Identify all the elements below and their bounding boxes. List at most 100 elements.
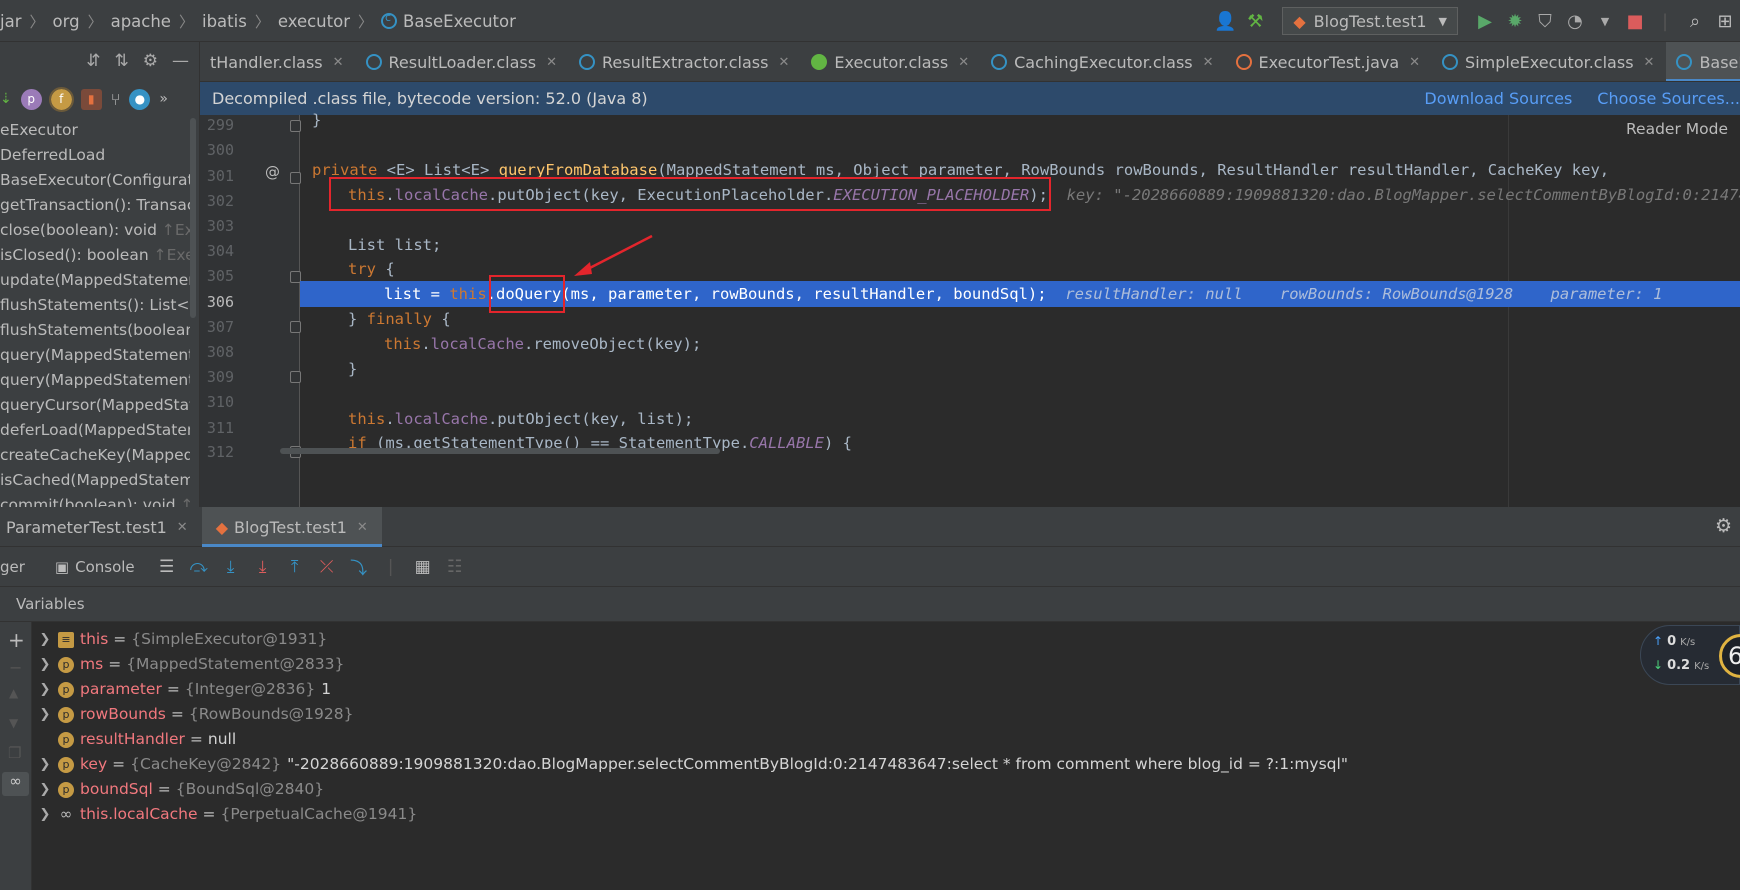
structure-item[interactable]: query(MappedStatement, O [0, 368, 190, 393]
structure-item[interactable]: flushStatements(boolean): L [0, 318, 190, 343]
variable-row[interactable]: p resultHandler = null [32, 727, 236, 752]
collapse-all-icon[interactable]: ⇅ [115, 51, 129, 71]
variable-row[interactable]: ❯ p rowBounds = {RowBounds@1928} [32, 702, 354, 727]
structure-item[interactable]: createCacheKey(MappedSt [0, 443, 190, 468]
structure-item[interactable]: flushStatements(): List<Batc [0, 293, 190, 318]
close-icon[interactable]: ✕ [1644, 55, 1655, 70]
expand-arrow-icon[interactable]: ❯ [32, 777, 58, 802]
structure-item[interactable]: getTransaction(): Transactio [0, 193, 190, 218]
close-icon[interactable]: ✕ [778, 55, 789, 70]
step-over-icon[interactable]: ⤼ [183, 557, 215, 577]
search-icon[interactable]: ⌕ [1680, 11, 1710, 32]
run-icon[interactable]: ▶ [1470, 11, 1500, 32]
coverage-shield-icon[interactable]: ⛉ [1530, 11, 1560, 32]
variable-row[interactable]: ❯ ≡ this = {SimpleExecutor@1931} [32, 627, 328, 652]
minimize-icon[interactable]: — [172, 51, 189, 71]
close-icon[interactable]: ✕ [546, 55, 557, 70]
trace-stream-icon[interactable]: ☷ [439, 557, 471, 577]
force-step-into-icon[interactable]: ⤓ [247, 557, 279, 577]
reader-mode-label[interactable]: Reader Mode [1626, 120, 1728, 138]
user-icon[interactable]: 👤 [1210, 11, 1240, 32]
gear-icon[interactable]: ⚙ [143, 51, 158, 71]
expand-arrow-icon[interactable]: ❯ [32, 752, 58, 777]
structure-item[interactable]: queryCursor(MappedStatem [0, 393, 190, 418]
variable-row[interactable]: ❯ p parameter = {Integer@2836} 1 [32, 677, 332, 702]
stop-icon[interactable]: ■ [1620, 11, 1650, 32]
close-icon[interactable]: ✕ [958, 55, 969, 70]
console-tab[interactable]: Console [75, 558, 135, 576]
structure-item[interactable]: eExecutor [0, 118, 190, 143]
remove-watch-icon[interactable]: − [9, 658, 22, 677]
structure-item[interactable]: BaseExecutor(Configuratio [0, 168, 190, 193]
build-hammer-icon[interactable]: ⚒ [1240, 11, 1270, 32]
code-editor[interactable]: Decompiled .class file, bytecode version… [200, 82, 1740, 507]
breadcrumb-apache[interactable]: apache [111, 12, 171, 31]
breadcrumb-current[interactable]: BaseExecutor [381, 11, 516, 31]
variable-row[interactable]: ❯ p key = {CacheKey@2842} "-2028660889:190988… [32, 752, 1348, 777]
move-up-icon[interactable]: ▲ [9, 686, 18, 700]
tab-executor[interactable]: Executor.class ✕ [801, 42, 981, 81]
show-properties-icon[interactable]: p [20, 88, 42, 110]
inheritance-icon[interactable]: ⑂ [111, 90, 121, 109]
close-icon[interactable]: ✕ [1203, 55, 1214, 70]
variable-row[interactable]: ❯ p boundSql = {BoundSql@2840} [32, 777, 325, 802]
more-icon[interactable]: » [159, 91, 168, 107]
expand-arrow-icon[interactable]: ❯ [32, 677, 58, 702]
add-watch-icon[interactable]: + [8, 628, 25, 652]
watches-glasses-icon[interactable]: ∞ [2, 772, 29, 796]
gear-icon[interactable]: ⚙ [1715, 515, 1732, 537]
chevron-down-icon[interactable]: ▼ [1590, 15, 1620, 28]
step-into-icon[interactable]: ⤓ [215, 557, 247, 577]
horizontal-scrollbar[interactable] [280, 448, 720, 454]
tab-handler-class[interactable]: tHandler.class ✕ [200, 42, 356, 81]
sort-icon[interactable]: ⇣ [0, 91, 12, 107]
drop-frame-icon[interactable]: ⤫ [311, 557, 343, 577]
expand-arrow-icon[interactable]: ❯ [32, 652, 58, 677]
move-down-icon[interactable]: ▼ [9, 716, 18, 730]
profile-icon[interactable]: ◔ [1560, 11, 1590, 32]
tab-caching-executor[interactable]: CachingExecutor.class ✕ [981, 42, 1225, 81]
show-non-public-icon[interactable]: ▮ [80, 88, 102, 110]
tab-executor-test[interactable]: ExecutorTest.java ✕ [1226, 42, 1433, 81]
download-sources-link[interactable]: Download Sources [1424, 89, 1572, 108]
tab-simple-executor[interactable]: SimpleExecutor.class ✕ [1432, 42, 1666, 81]
expand-all-icon[interactable]: ⇵ [86, 51, 100, 71]
tab-base-executor[interactable]: BaseExecutor.class✕ [1666, 42, 1740, 81]
expand-arrow-icon[interactable]: ❯ [32, 627, 58, 652]
tab-result-extractor[interactable]: ResultExtractor.class ✕ [569, 42, 801, 81]
session-tab-blog-test[interactable]: ◆ BlogTest.test1 ✕ [201, 507, 382, 547]
close-icon[interactable]: ✕ [1409, 55, 1420, 70]
threads-menu-icon[interactable]: ☰ [151, 557, 183, 577]
close-icon[interactable]: ✕ [333, 55, 344, 70]
copy-icon[interactable]: ❐ [8, 744, 21, 762]
structure-item[interactable]: query(MappedStatement, O [0, 343, 190, 368]
fold-icon[interactable] [290, 371, 301, 383]
breadcrumb-ibatis[interactable]: ibatis [202, 12, 247, 31]
expand-arrow-icon[interactable]: ❯ [32, 702, 58, 727]
breadcrumb-jar[interactable]: jar [0, 12, 21, 31]
structure-item[interactable]: DeferredLoad [0, 143, 190, 168]
session-tab-parameter-test[interactable]: ◂ParameterTest.test1✕ [0, 507, 202, 547]
tab-result-loader[interactable]: ResultLoader.class ✕ [356, 42, 569, 81]
structure-item[interactable]: update(MappedStatement, [0, 268, 190, 293]
structure-item[interactable]: isCached(MappedStatemen [0, 468, 190, 493]
expand-arrow-icon[interactable]: ❯ [32, 802, 58, 827]
debug-bug-icon[interactable]: ✹ [1500, 11, 1530, 32]
variable-row[interactable]: ❯ p ms = {MappedStatement@2833} [32, 652, 345, 677]
close-icon[interactable]: ✕ [357, 520, 368, 535]
structure-scrollbar[interactable] [190, 118, 196, 318]
fold-icon[interactable] [290, 120, 301, 132]
run-to-cursor-icon[interactable]: ⤵ [343, 554, 375, 579]
show-fields-icon[interactable]: f [48, 86, 74, 112]
debugger-tab[interactable]: ger [0, 558, 25, 576]
show-anonymous-icon[interactable]: ● [129, 88, 151, 110]
updates-icon[interactable]: ⊞ [1710, 11, 1740, 32]
run-configuration-select[interactable]: ◆ BlogTest.test1 ▼ [1282, 7, 1458, 35]
fold-icon[interactable] [290, 172, 301, 184]
breadcrumb-org[interactable]: org [53, 12, 80, 31]
close-icon[interactable]: ✕ [177, 520, 188, 535]
breadcrumb-executor[interactable]: executor [278, 12, 350, 31]
evaluate-expression-icon[interactable]: ▦ [407, 557, 439, 577]
speed-badge[interactable]: 6 [1719, 634, 1740, 678]
variable-row[interactable]: ❯ ∞ this.localCache = {PerpetualCache@1941} [32, 802, 418, 827]
